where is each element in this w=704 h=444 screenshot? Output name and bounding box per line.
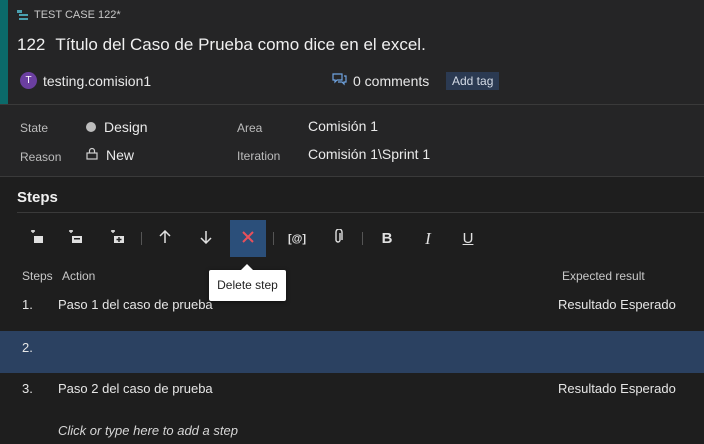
column-header-action: Action <box>62 269 96 283</box>
table-row[interactable]: 1. Paso 1 del caso de prueba Resultado E… <box>0 284 704 326</box>
work-item-id: 122 <box>17 35 46 54</box>
work-item-title-text[interactable]: Título del Caso de Prueba como dice en e… <box>55 35 425 54</box>
arrow-up-icon <box>159 229 171 248</box>
underline-button[interactable]: U <box>450 220 486 257</box>
arrow-down-icon <box>200 230 212 248</box>
iteration-field[interactable]: Comisión 1\Sprint 1 <box>308 146 430 162</box>
steps-section-title: Steps <box>17 189 58 206</box>
move-step-down-button[interactable] <box>188 220 224 257</box>
work-item-type: TEST CASE 122* <box>17 9 121 21</box>
area-label: Area <box>237 121 263 135</box>
work-item-accent-bar <box>0 0 8 104</box>
table-row-selected[interactable]: 2. <box>0 331 704 373</box>
step-number: 1. <box>22 297 33 312</box>
add-step-placeholder[interactable]: Click or type here to add a step <box>58 423 238 438</box>
insert-shared-steps-button[interactable] <box>57 220 93 257</box>
assigned-to[interactable]: T testing.comision1 <box>20 72 151 89</box>
reason-value[interactable]: New <box>106 147 134 163</box>
state-label: State <box>20 121 49 135</box>
state-field[interactable]: Design <box>86 119 148 135</box>
column-header-expected: Expected result <box>562 269 645 283</box>
attachment-button[interactable] <box>320 220 356 257</box>
step-number: 2. <box>22 340 33 355</box>
bold-button[interactable]: B <box>369 220 405 257</box>
column-header-steps: Steps <box>22 269 53 283</box>
step-action[interactable]: Paso 1 del caso de prueba <box>58 297 213 312</box>
iteration-label: Iteration <box>237 149 281 163</box>
add-tag-button[interactable]: Add tag <box>446 72 500 90</box>
divider <box>0 176 704 177</box>
paperclip-icon <box>333 228 343 248</box>
toolbar-separator <box>273 232 274 245</box>
iteration-value[interactable]: Comisión 1\Sprint 1 <box>308 146 430 162</box>
table-row[interactable]: 3. Paso 2 del caso de prueba Resultado E… <box>0 368 704 410</box>
insert-step-button[interactable] <box>19 220 55 257</box>
test-case-icon <box>17 9 29 21</box>
state-value[interactable]: Design <box>104 119 148 135</box>
insert-shared-steps-icon <box>68 229 83 248</box>
step-expected-result[interactable]: Resultado Esperado <box>558 297 676 312</box>
area-value[interactable]: Comisión 1 <box>308 118 378 134</box>
parameter-icon: [@] <box>287 232 307 245</box>
step-expected-result[interactable]: Resultado Esperado <box>558 381 676 396</box>
insert-parameter-button[interactable]: [@] <box>279 220 315 257</box>
comments-count[interactable]: 0 comments <box>353 73 429 89</box>
reason-field[interactable]: New <box>86 147 134 163</box>
delete-step-tooltip: Delete step <box>209 264 286 301</box>
step-action[interactable]: Paso 2 del caso de prueba <box>58 381 213 396</box>
area-field[interactable]: Comisión 1 <box>308 118 378 134</box>
work-item-header: TEST CASE 122* 122 Título del Caso de Pru… <box>0 0 704 104</box>
fields-panel: State Design Reason New Area Comisión 1 … <box>0 105 704 176</box>
lock-icon <box>86 147 98 163</box>
step-number: 3. <box>22 381 33 396</box>
work-item-type-label: TEST CASE 122* <box>34 9 121 21</box>
avatar: T <box>20 72 37 89</box>
insert-step-icon <box>30 229 44 248</box>
comments-icon <box>332 73 347 89</box>
divider <box>17 212 704 213</box>
comments-link[interactable]: 0 comments <box>332 73 429 89</box>
delete-step-button[interactable] <box>230 220 266 257</box>
move-step-up-button[interactable] <box>147 220 183 257</box>
reason-label: Reason <box>20 150 62 164</box>
create-shared-steps-icon <box>110 229 125 248</box>
owner-name[interactable]: testing.comision1 <box>43 73 151 89</box>
create-shared-steps-button[interactable] <box>99 220 135 257</box>
work-item-title[interactable]: 122 Título del Caso de Prueba como dice e… <box>17 35 426 55</box>
toolbar-separator <box>362 232 363 245</box>
italic-button[interactable]: I <box>410 220 446 257</box>
toolbar-separator <box>141 232 142 245</box>
steps-toolbar: [@] B I U <box>19 220 704 258</box>
state-dot-icon <box>86 122 96 132</box>
delete-x-icon <box>242 230 254 247</box>
